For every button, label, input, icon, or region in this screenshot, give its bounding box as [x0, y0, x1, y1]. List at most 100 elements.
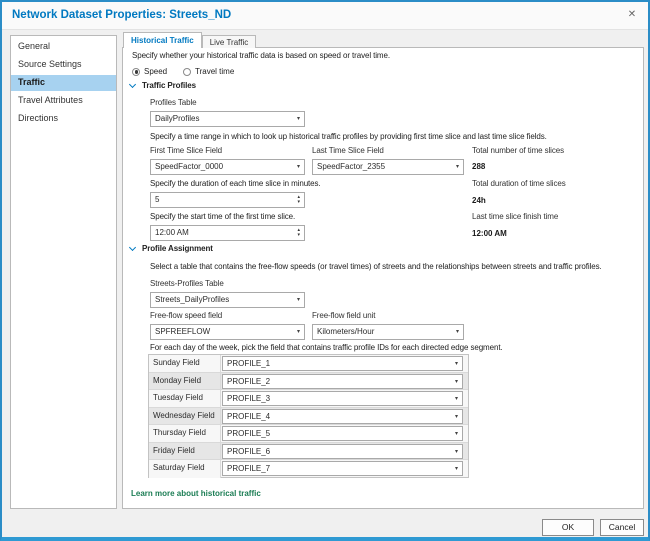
streets-profiles-table-label: Streets-Profiles Table: [150, 279, 224, 288]
network-dataset-properties-dialog: Network Dataset Properties: Streets_ND ✕…: [0, 0, 650, 541]
sidebar-item-source-settings[interactable]: Source Settings: [11, 57, 116, 73]
streets-profiles-table-value: Streets_DailyProfiles: [155, 295, 229, 304]
tab-historical-traffic[interactable]: Historical Traffic: [123, 32, 202, 48]
ok-button[interactable]: OK: [542, 519, 594, 536]
monday-field-label: Monday Field: [149, 373, 221, 390]
table-row-tuesday: Tuesday Field PROFILE_3 ▾: [149, 390, 468, 408]
spinner-arrows-icon[interactable]: ▴ ▾: [297, 226, 300, 240]
monday-field-dropdown[interactable]: PROFILE_2 ▾: [222, 374, 463, 389]
sidebar-item-travel-attributes[interactable]: Travel Attributes: [11, 93, 116, 109]
friday-field-dropdown[interactable]: PROFILE_6 ▾: [222, 444, 463, 459]
dropdown-caret-icon: ▾: [297, 294, 300, 307]
close-icon[interactable]: ✕: [625, 8, 639, 22]
thursday-field-dropdown[interactable]: PROFILE_5 ▾: [222, 426, 463, 441]
dropdown-caret-icon: ▾: [455, 358, 458, 370]
chevron-down-icon: [129, 80, 136, 87]
traffic-profiles-section-label: Traffic Profiles: [142, 81, 196, 90]
duration-spinner[interactable]: 5 ▴ ▾: [150, 192, 305, 208]
dropdown-caret-icon: ▾: [297, 326, 300, 339]
tuesday-field-label: Tuesday Field: [149, 390, 221, 407]
saturday-field-value: PROFILE_7: [227, 464, 270, 473]
dropdown-caret-icon: ▾: [456, 326, 459, 339]
tuesday-field-dropdown[interactable]: PROFILE_3 ▾: [222, 391, 463, 406]
cancel-button[interactable]: Cancel: [600, 519, 644, 536]
sidebar: General Source Settings Traffic Travel A…: [10, 35, 117, 509]
tuesday-field-value: PROFILE_3: [227, 394, 270, 403]
duration-value: 5: [155, 195, 159, 204]
time-range-text: Specify a time range in which to look up…: [150, 132, 547, 141]
total-slices-label: Total number of time slices: [472, 146, 564, 155]
radio-speed-icon: [132, 68, 140, 76]
table-row-monday: Monday Field PROFILE_2 ▾: [149, 373, 468, 391]
spinner-arrows-icon[interactable]: ▴ ▾: [297, 193, 300, 207]
friday-field-label: Friday Field: [149, 443, 221, 460]
thursday-field-label: Thursday Field: [149, 425, 221, 442]
dropdown-caret-icon: ▾: [456, 161, 459, 174]
sunday-field-label: Sunday Field: [149, 355, 221, 372]
table-row-sunday: Sunday Field PROFILE_1 ▾: [149, 355, 468, 373]
radio-speed[interactable]: Speed: [132, 67, 167, 76]
saturday-field-label: Saturday Field: [149, 460, 221, 478]
sunday-field-value: PROFILE_1: [227, 359, 270, 368]
dropdown-caret-icon: ▾: [297, 161, 300, 174]
dropdown-caret-icon: ▾: [455, 393, 458, 405]
profiles-table-value: DailyProfiles: [155, 114, 199, 123]
finish-time-value: 12:00 AM: [472, 229, 507, 238]
sidebar-item-general[interactable]: General: [11, 39, 116, 55]
dropdown-caret-icon: ▾: [455, 463, 458, 475]
sunday-field-dropdown[interactable]: PROFILE_1 ▾: [222, 356, 463, 371]
monday-field-value: PROFILE_2: [227, 377, 270, 386]
saturday-field-dropdown[interactable]: PROFILE_7 ▾: [222, 461, 463, 476]
finish-time-label: Last time slice finish time: [472, 212, 558, 221]
total-slices-value: 288: [472, 162, 485, 171]
freeflow-speed-field-dropdown[interactable]: SPFREEFLOW ▾: [150, 324, 305, 340]
sidebar-item-directions[interactable]: Directions: [11, 111, 116, 127]
radio-travel-time[interactable]: Travel time: [183, 67, 234, 76]
dropdown-caret-icon: ▾: [297, 113, 300, 126]
friday-field-value: PROFILE_6: [227, 447, 270, 456]
freeflow-unit-dropdown[interactable]: Kilometers/Hour ▾: [312, 324, 464, 340]
wednesday-field-value: PROFILE_4: [227, 412, 270, 421]
profiles-table-dropdown[interactable]: DailyProfiles ▾: [150, 111, 305, 127]
dropdown-caret-icon: ▾: [455, 411, 458, 423]
profile-assignment-intro: Select a table that contains the free-fl…: [150, 262, 602, 271]
start-time-text: Specify the start time of the first time…: [150, 212, 295, 221]
total-duration-value: 24h: [472, 196, 486, 205]
freeflow-speed-field-value: SPFREEFLOW: [155, 327, 210, 336]
start-time-spinner[interactable]: 12:00 AM ▴ ▾: [150, 225, 305, 241]
table-row-wednesday: Wednesday Field PROFILE_4 ▾: [149, 408, 468, 426]
last-time-slice-dropdown[interactable]: SpeedFactor_2355 ▾: [312, 159, 464, 175]
table-row-thursday: Thursday Field PROFILE_5 ▾: [149, 425, 468, 443]
wednesday-field-dropdown[interactable]: PROFILE_4 ▾: [222, 409, 463, 424]
first-time-slice-dropdown[interactable]: SpeedFactor_0000 ▾: [150, 159, 305, 175]
duration-text: Specify the duration of each time slice …: [150, 179, 321, 188]
spinner-down-icon[interactable]: ▾: [297, 233, 300, 238]
dialog-title: Network Dataset Properties: Streets_ND: [12, 9, 231, 21]
tab-strip: Historical Traffic Live Traffic: [123, 32, 256, 48]
dropdown-caret-icon: ▾: [455, 428, 458, 440]
start-time-value: 12:00 AM: [155, 228, 189, 237]
profile-assignment-section-header[interactable]: Profile Assignment: [130, 244, 213, 253]
first-time-slice-label: First Time Slice Field: [150, 146, 222, 155]
total-duration-label: Total duration of time slices: [472, 179, 566, 188]
freeflow-unit-label: Free-flow field unit: [312, 311, 375, 320]
table-row-friday: Friday Field PROFILE_6 ▾: [149, 443, 468, 461]
spinner-down-icon[interactable]: ▾: [297, 200, 300, 205]
radio-travel-time-icon: [183, 68, 191, 76]
first-time-slice-value: SpeedFactor_0000: [155, 162, 223, 171]
sidebar-item-traffic[interactable]: Traffic: [11, 75, 116, 91]
title-bar: Network Dataset Properties: Streets_ND ✕: [2, 2, 648, 30]
traffic-profiles-section-header[interactable]: Traffic Profiles: [130, 81, 196, 90]
last-time-slice-label: Last Time Slice Field: [312, 146, 384, 155]
last-time-slice-value: SpeedFactor_2355: [317, 162, 385, 171]
wednesday-field-label: Wednesday Field: [149, 408, 221, 425]
tab-live-traffic[interactable]: Live Traffic: [202, 35, 257, 48]
radio-travel-time-label: Travel time: [195, 67, 234, 76]
learn-more-link[interactable]: Learn more about historical traffic: [131, 489, 261, 498]
intro-text: Specify whether your historical traffic …: [132, 51, 390, 60]
dropdown-caret-icon: ▾: [455, 376, 458, 388]
radio-speed-label: Speed: [144, 67, 167, 76]
table-row-saturday: Saturday Field PROFILE_7 ▾: [149, 460, 468, 478]
streets-profiles-table-dropdown[interactable]: Streets_DailyProfiles ▾: [150, 292, 305, 308]
dropdown-caret-icon: ▾: [455, 446, 458, 458]
